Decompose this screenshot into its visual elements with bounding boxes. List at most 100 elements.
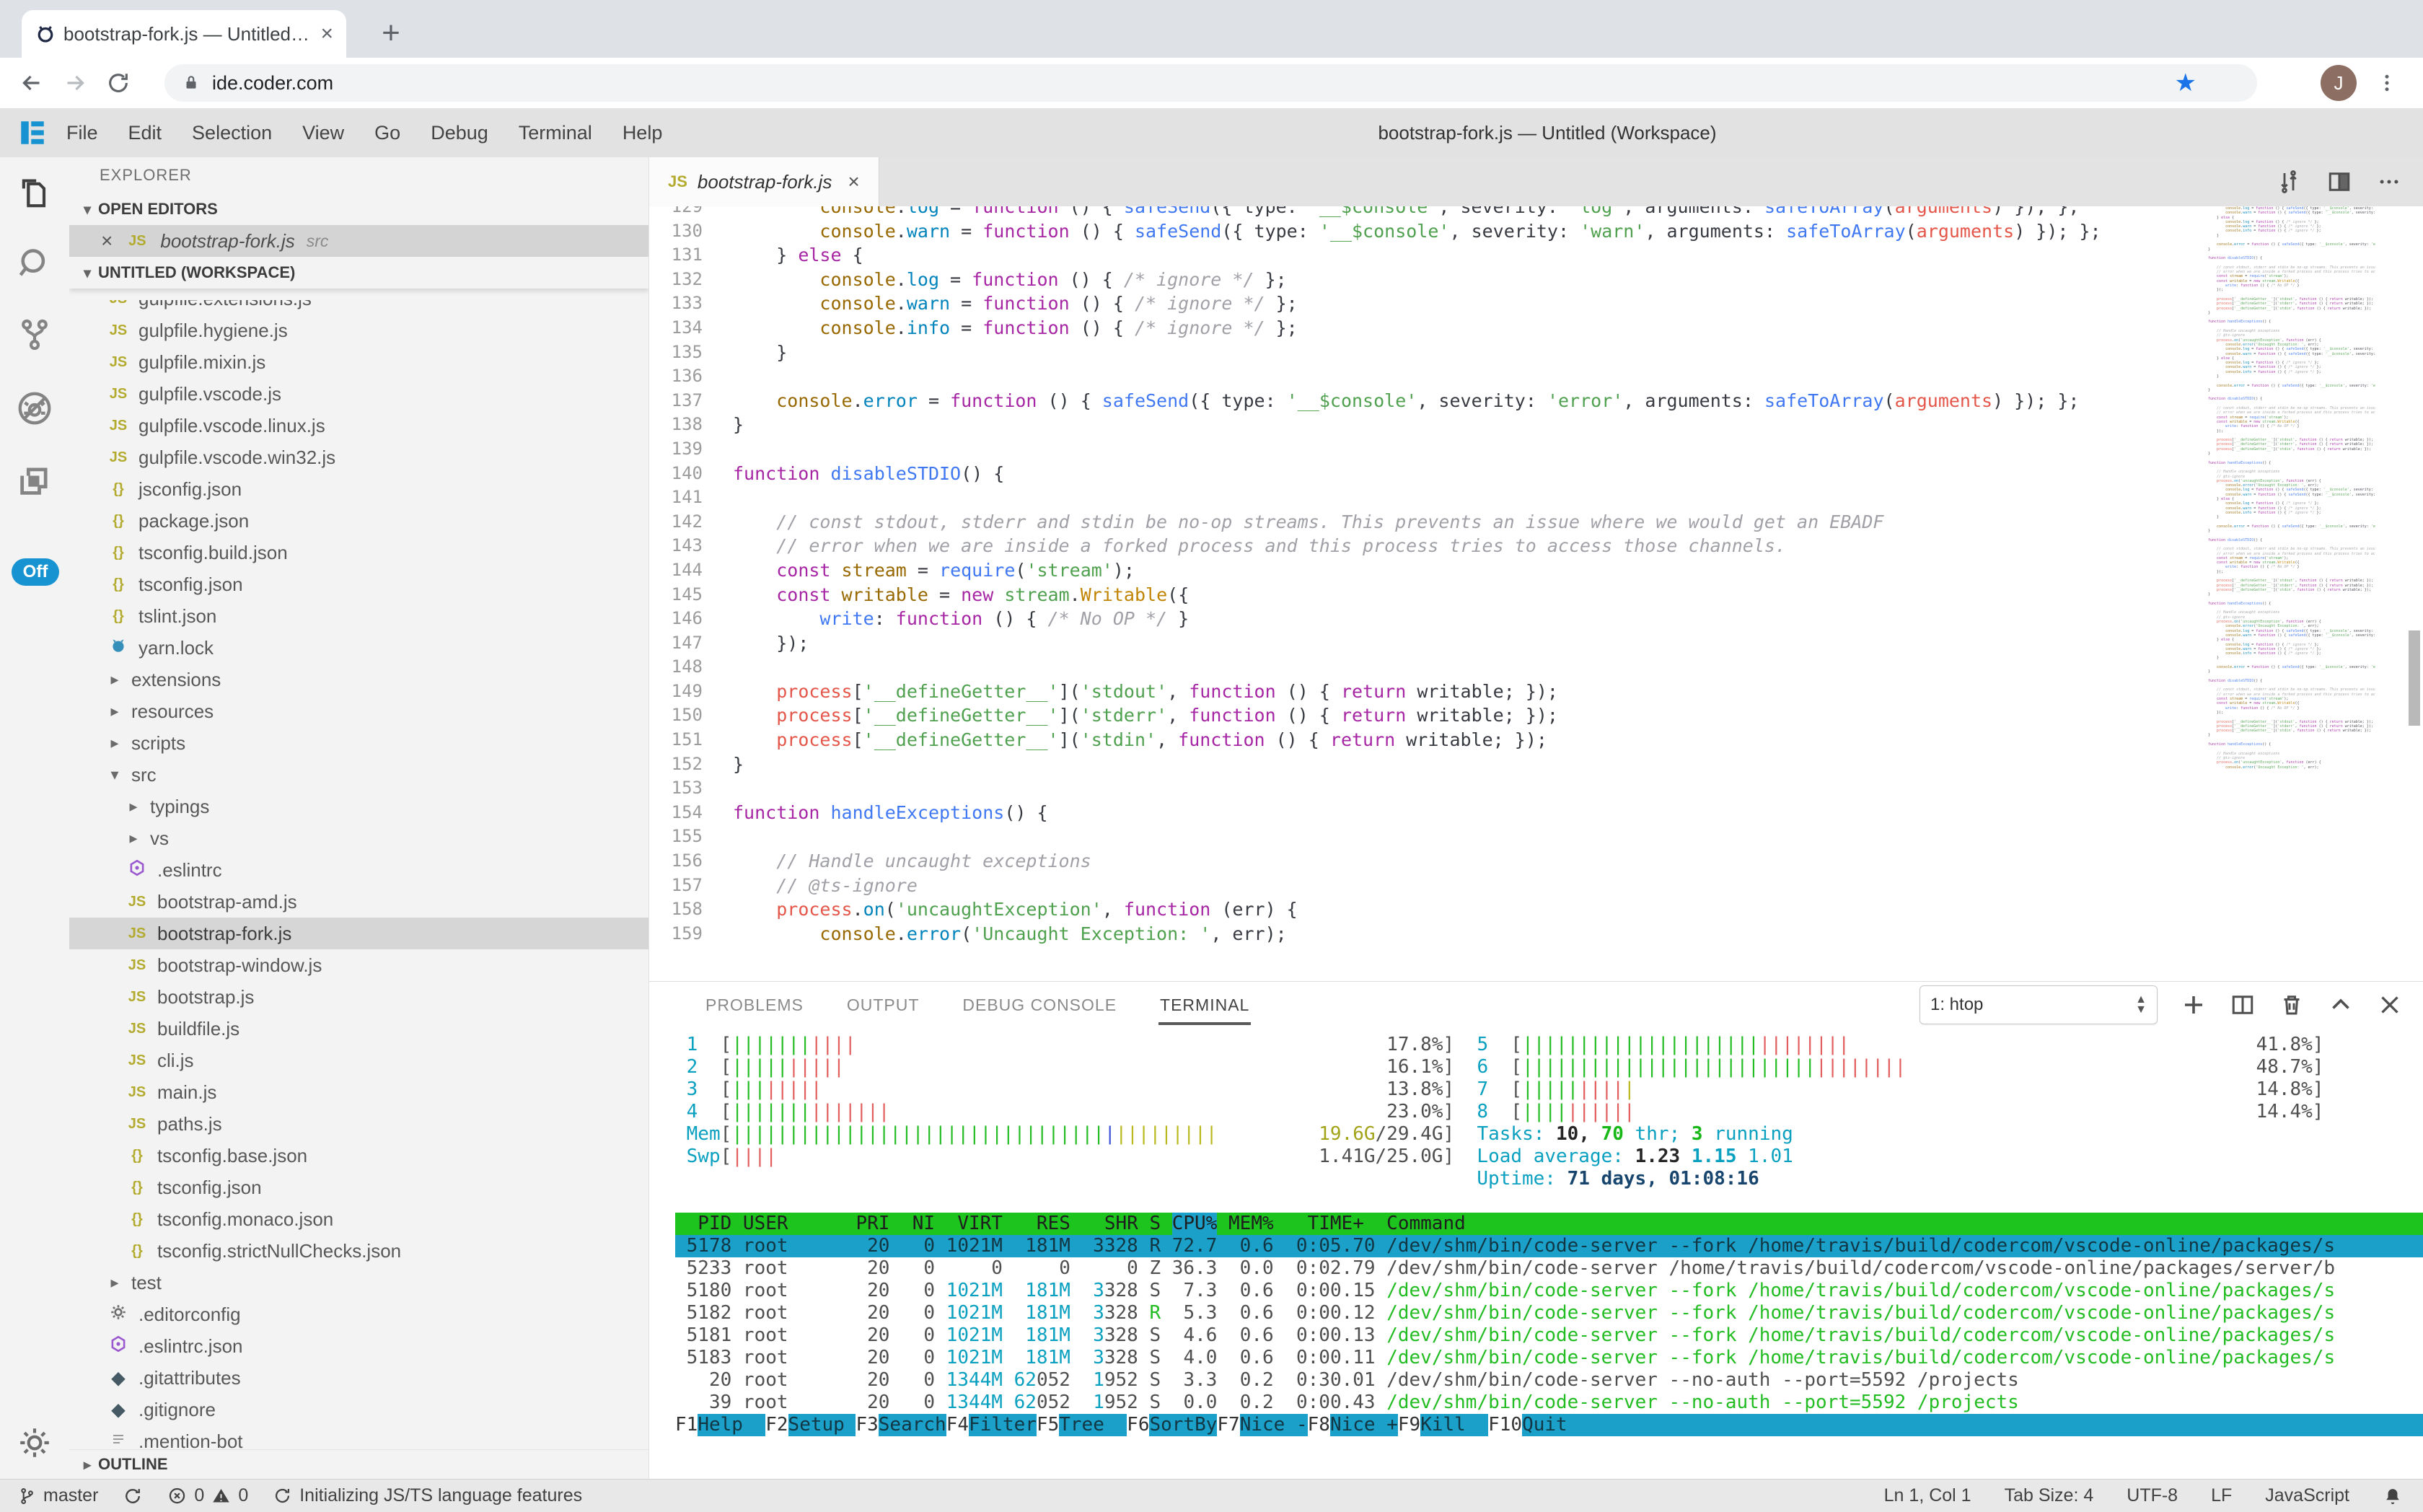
maximize-panel-icon[interactable] [2328, 992, 2354, 1018]
tree-file-tsconfig.json[interactable]: {}tsconfig.json [69, 1172, 648, 1203]
sync-icon[interactable] [123, 1486, 143, 1506]
open-editor-item[interactable]: × JS bootstrap-fork.js src [69, 225, 648, 257]
tree-item-label: .eslintrc [157, 859, 222, 882]
source-control-icon[interactable] [13, 313, 56, 356]
menu-item-go[interactable]: Go [374, 122, 400, 144]
tree-file-.mention-bot[interactable]: .mention-bot [69, 1425, 648, 1450]
debug-off-icon[interactable] [13, 387, 56, 430]
close-panel-icon[interactable] [2377, 992, 2403, 1018]
explorer-icon[interactable] [13, 173, 56, 216]
menu-item-file[interactable]: File [66, 122, 98, 144]
tree-file-bootstrap-fork.js[interactable]: JSbootstrap-fork.js [69, 918, 648, 949]
eol-indicator[interactable]: LF [2211, 1485, 2232, 1506]
panel-tab-terminal[interactable]: TERMINAL [1158, 985, 1251, 1025]
editor-tab-close-icon[interactable]: × [848, 170, 859, 193]
new-terminal-icon[interactable] [2181, 992, 2207, 1018]
terminal-select[interactable]: 1: htop ▲▼ [1920, 985, 2158, 1024]
editor-scrollbar-thumb[interactable] [2409, 630, 2420, 726]
browser-tab-close-icon[interactable]: × [320, 22, 333, 46]
tree-file-bootstrap.js[interactable]: JSbootstrap.js [69, 981, 648, 1013]
tree-file-tslint.json[interactable]: {}tslint.json [69, 600, 648, 632]
avatar[interactable]: J [2321, 65, 2357, 101]
workspace-header[interactable]: ▾ UNTITLED (WORKSPACE) [69, 257, 648, 289]
split-terminal-icon[interactable] [2230, 992, 2256, 1018]
menu-item-help[interactable]: Help [623, 122, 663, 144]
panel-tab-debug-console[interactable]: DEBUG CONSOLE [961, 985, 1118, 1025]
tree-file-.gitattributes[interactable]: ◆.gitattributes [69, 1362, 648, 1394]
js-icon: JS [123, 926, 151, 942]
search-icon[interactable] [13, 242, 56, 286]
menu-item-debug[interactable]: Debug [431, 122, 488, 144]
terminal-htop[interactable]: 1 [||||||||||| 17.8%] 5 [|||||||||||||||… [675, 1034, 2423, 1479]
tree-file-gulpfile.extensions.js[interactable]: JSgulpfile.extensions.js [69, 300, 648, 315]
open-changes-icon[interactable] [2276, 169, 2302, 195]
panel-tab-problems[interactable]: PROBLEMS [704, 985, 805, 1025]
language-mode[interactable]: JavaScript [2265, 1485, 2349, 1506]
status-bar: master 0 0 Initializing JS/TS language f… [0, 1479, 2423, 1512]
tree-file-main.js[interactable]: JSmain.js [69, 1076, 648, 1108]
browser-menu-icon[interactable] [2371, 66, 2403, 100]
tree-file-paths.js[interactable]: JSpaths.js [69, 1108, 648, 1140]
json-braces-icon: {} [123, 1148, 151, 1164]
tree-file-.eslintrc[interactable]: .eslintrc [69, 854, 648, 886]
menu-item-terminal[interactable]: Terminal [519, 122, 592, 144]
tree-file-yarn.lock[interactable]: yarn.lock [69, 632, 648, 664]
tree-item-label: tslint.json [138, 605, 216, 628]
tree-file-cli.js[interactable]: JScli.js [69, 1045, 648, 1076]
editor-tab[interactable]: JS bootstrap-fork.js × [649, 157, 879, 206]
tree-file-.editorconfig[interactable]: .editorconfig [69, 1298, 648, 1330]
tree-file-gulpfile.vscode.linux.js[interactable]: JSgulpfile.vscode.linux.js [69, 410, 648, 441]
tab-size-indicator[interactable]: Tab Size: 4 [2005, 1485, 2094, 1506]
tree-file-tsconfig.json[interactable]: {}tsconfig.json [69, 568, 648, 600]
browser-tab[interactable]: bootstrap-fork.js — Untitled (W × [22, 10, 346, 58]
minimap[interactable]: console.log = function () { safeSend({ t… [2208, 206, 2375, 776]
menu-item-edit[interactable]: Edit [128, 122, 162, 144]
panel-tab-output[interactable]: OUTPUT [845, 985, 921, 1025]
reload-icon[interactable] [97, 61, 140, 105]
tree-file-tsconfig.monaco.json[interactable]: {}tsconfig.monaco.json [69, 1203, 648, 1235]
tree-file-bootstrap-amd.js[interactable]: JSbootstrap-amd.js [69, 886, 648, 918]
tree-file-package.json[interactable]: {}package.json [69, 505, 648, 537]
tree-file-gulpfile.vscode.js[interactable]: JSgulpfile.vscode.js [69, 378, 648, 410]
more-actions-icon[interactable] [2377, 170, 2401, 194]
tree-file-bootstrap-window.js[interactable]: JSbootstrap-window.js [69, 949, 648, 981]
cursor-position[interactable]: Ln 1, Col 1 [1884, 1485, 1971, 1506]
settings-gear-icon[interactable] [13, 1421, 56, 1464]
menu-item-selection[interactable]: Selection [192, 122, 272, 144]
tree-folder-vs[interactable]: ▸vs [69, 822, 648, 854]
tree-folder-test[interactable]: ▸test [69, 1267, 648, 1298]
extensions-icon[interactable] [13, 459, 56, 502]
notifications-bell-icon[interactable] [2383, 1486, 2403, 1506]
tree-file-tsconfig.base.json[interactable]: {}tsconfig.base.json [69, 1140, 648, 1172]
tree-file-tsconfig.build.json[interactable]: {}tsconfig.build.json [69, 537, 648, 568]
close-icon[interactable]: × [101, 229, 113, 252]
tree-file-gulpfile.hygiene.js[interactable]: JSgulpfile.hygiene.js [69, 315, 648, 346]
tree-file-gulpfile.mixin.js[interactable]: JSgulpfile.mixin.js [69, 346, 648, 378]
kill-terminal-trash-icon[interactable] [2279, 992, 2305, 1018]
problems-indicator[interactable]: 0 0 [167, 1485, 248, 1506]
tree-file-jsconfig.json[interactable]: {}jsconfig.json [69, 473, 648, 505]
forward-icon[interactable] [53, 61, 97, 105]
window-title: bootstrap-fork.js — Untitled (Workspace) [1378, 108, 1716, 157]
code-editor[interactable]: 129 console.log = function () { safeSend… [649, 206, 2423, 981]
tree-file-gulpfile.vscode.win32.js[interactable]: JSgulpfile.vscode.win32.js [69, 441, 648, 473]
encoding-indicator[interactable]: UTF-8 [2127, 1485, 2178, 1506]
open-editors-header[interactable]: ▾ OPEN EDITORS [69, 193, 648, 225]
back-icon[interactable] [10, 61, 53, 105]
tree-folder-scripts[interactable]: ▸scripts [69, 727, 648, 759]
tree-file-tsconfig.strictNullChecks.json[interactable]: {}tsconfig.strictNullChecks.json [69, 1235, 648, 1267]
tree-file-.eslintrc.json[interactable]: .eslintrc.json [69, 1330, 648, 1362]
tree-file-buildfile.js[interactable]: JSbuildfile.js [69, 1013, 648, 1045]
bookmark-star-icon[interactable]: ★ [2175, 69, 2196, 97]
tree-folder-resources[interactable]: ▸resources [69, 695, 648, 727]
tree-folder-src[interactable]: ▾src [69, 759, 648, 791]
url-bar[interactable]: ide.coder.com ★ [164, 64, 2257, 102]
tree-file-.gitignore[interactable]: ◆.gitignore [69, 1394, 648, 1425]
tree-folder-extensions[interactable]: ▸extensions [69, 664, 648, 695]
menu-item-view[interactable]: View [302, 122, 344, 144]
tree-folder-typings[interactable]: ▸typings [69, 791, 648, 822]
outline-header[interactable]: ▸ OUTLINE [69, 1449, 648, 1479]
new-tab-button[interactable]: + [369, 12, 413, 55]
git-branch-indicator[interactable]: master [17, 1485, 98, 1506]
split-editor-icon[interactable] [2326, 169, 2352, 195]
